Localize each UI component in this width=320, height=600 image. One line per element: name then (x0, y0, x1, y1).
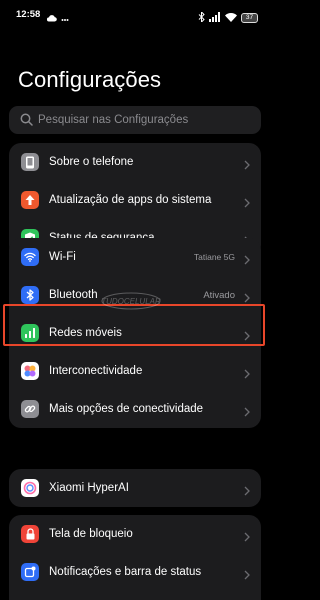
cellular-icon (21, 324, 39, 342)
settings-item-label: Redes móveis (49, 327, 122, 339)
settings-item-value: Ativado (203, 289, 235, 301)
search-box[interactable] (9, 106, 261, 134)
chevron-right-icon (244, 328, 250, 346)
settings-item-hyperai[interactable]: Xiaomi HyperAI (9, 469, 261, 507)
dots-icon (61, 9, 69, 27)
settings-item-value: Tatiane 5G (193, 252, 235, 262)
lock-icon (21, 525, 39, 543)
notification-icon (21, 563, 39, 581)
settings-group-ai: Xiaomi HyperAI (9, 469, 261, 507)
settings-item-label: Interconectividade (49, 365, 143, 377)
settings-item-label: Bluetooth (49, 289, 98, 301)
chevron-right-icon (244, 366, 250, 384)
battery-icon: 37 (241, 13, 258, 23)
settings-item-label: Mais opções de conectividade (49, 403, 204, 415)
phone-icon (21, 153, 39, 171)
settings-item-label: Atualização de apps do sistema (49, 194, 212, 206)
cloud-icon (46, 9, 57, 27)
settings-item-label: Wi-Fi (49, 251, 76, 263)
page-title: Configurações (18, 67, 162, 92)
settings-item-label: Xiaomi HyperAI (49, 482, 129, 494)
bluetooth-icon (198, 9, 205, 27)
status-time: 12:58 (16, 9, 41, 20)
wifi-icon (21, 248, 39, 266)
arrow-up-icon (21, 191, 39, 209)
chevron-right-icon (244, 195, 250, 213)
settings-item-interconnectivity[interactable]: Interconectividade (9, 352, 261, 390)
settings-item-system-app-updates[interactable]: Atualização de apps do sistema (9, 181, 261, 219)
settings-item-more-connectivity[interactable]: Mais opções de conectividade (9, 390, 261, 428)
chevron-right-icon (244, 567, 250, 585)
chevron-right-icon (244, 483, 250, 501)
settings-item-about-phone[interactable]: Sobre o telefone (9, 143, 261, 181)
svg-text:TUDOCELULAR: TUDOCELULAR (101, 297, 161, 306)
chevron-right-icon (244, 252, 250, 270)
settings-item-label: Sobre o telefone (49, 156, 134, 168)
search-icon (20, 113, 33, 131)
search-input[interactable] (38, 106, 253, 134)
chevron-right-icon (244, 404, 250, 422)
hyperai-icon (21, 479, 39, 497)
settings-item-notifications-status-bar[interactable]: Notificações e barra de status (9, 553, 261, 591)
chevron-right-icon (244, 529, 250, 547)
battery-level: 37 (245, 14, 254, 21)
chevron-right-icon (244, 290, 250, 308)
status-bar: 12:58 37 (0, 0, 270, 26)
interconnect-icon (21, 362, 39, 380)
settings-item-mobile-networks[interactable]: Redes móveis (9, 314, 261, 352)
watermark-logo: TUDOCELULAR (100, 286, 162, 316)
settings-item-label: Tela de bloqueio (49, 528, 133, 540)
settings-item-lock-screen[interactable]: Tela de bloqueio (9, 515, 261, 553)
signal-icon (209, 9, 221, 27)
settings-group-connectivity: Wi-Fi Tatiane 5G Bluetooth Ativado Redes… (9, 238, 261, 428)
chevron-right-icon (244, 157, 250, 175)
settings-item-label: Notificações e barra de status (49, 566, 202, 578)
link-icon (21, 400, 39, 418)
settings-group-display: Tela de bloqueio Notificações e barra de… (9, 515, 261, 600)
wifi-icon (225, 9, 237, 27)
bluetooth-icon (21, 286, 39, 304)
settings-item-wifi[interactable]: Wi-Fi Tatiane 5G (9, 238, 261, 276)
